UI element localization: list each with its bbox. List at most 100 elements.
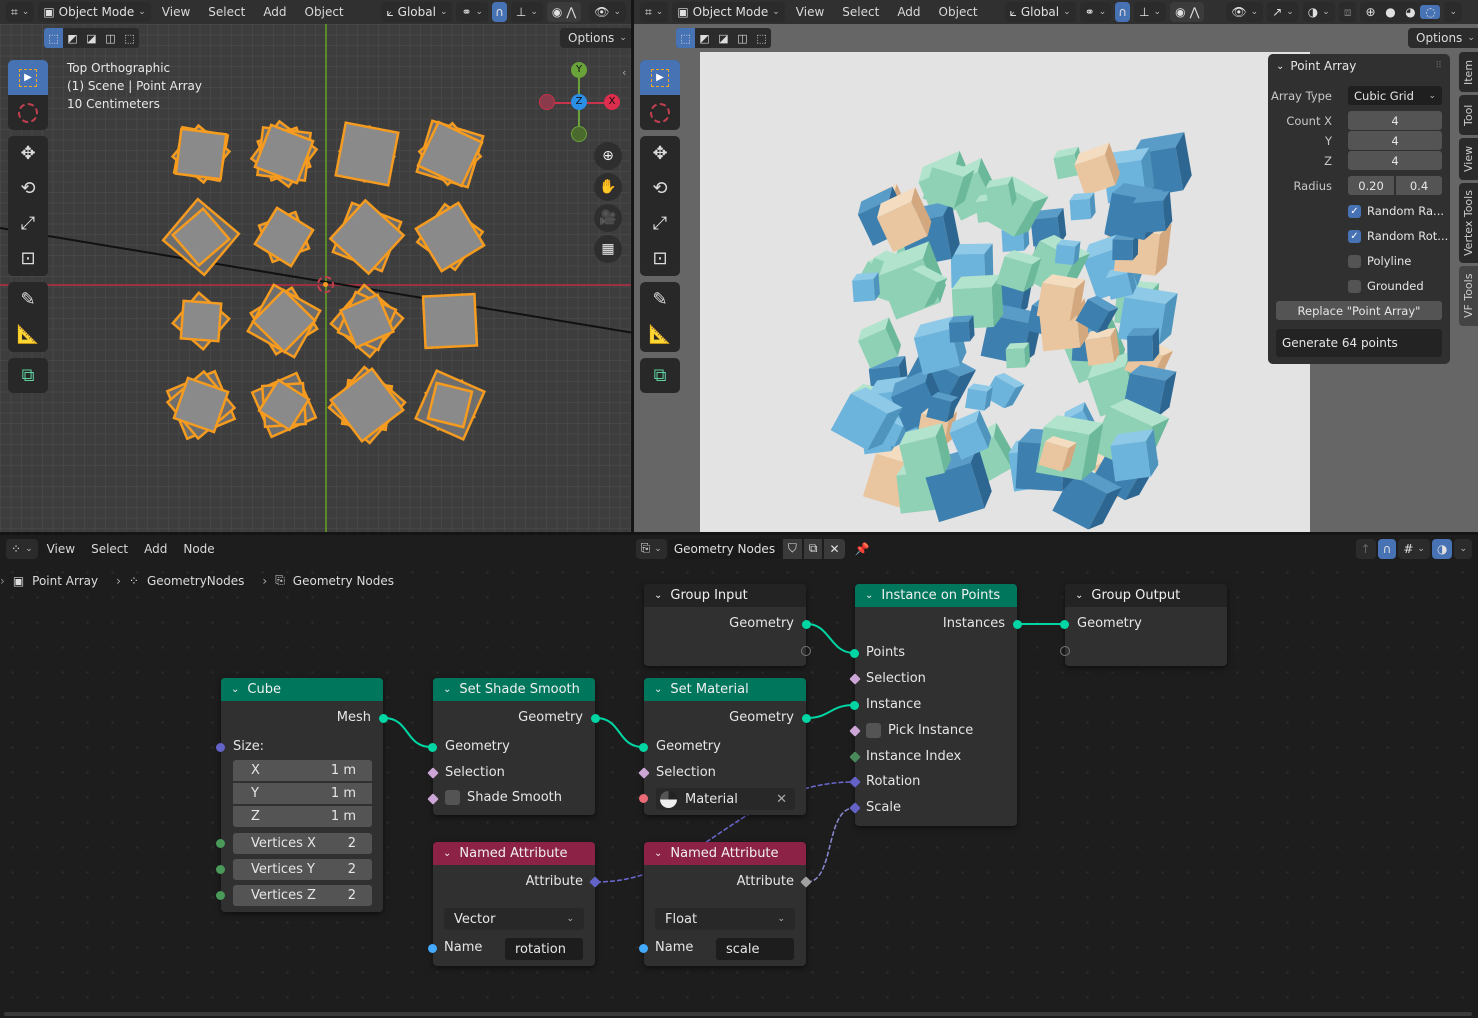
count-x-field[interactable]: 4 [1348, 111, 1442, 130]
node-header[interactable]: ⌄ Named Attribute [644, 842, 806, 865]
overlay-toggle[interactable]: ◑ ⌄ [1302, 2, 1335, 22]
menu-object[interactable]: Object [298, 5, 351, 19]
count-z-field[interactable]: 4 [1348, 151, 1442, 170]
move-tool-icon[interactable]: ✥ [8, 136, 48, 171]
editor-type-button[interactable]: ⌗ ⌄ [6, 2, 35, 22]
node-instance-on-points[interactable]: ⌄ Instance on Points Instances Points Sel… [849, 584, 1022, 826]
navigation-gizmo[interactable]: Y X Z [536, 60, 626, 150]
instanced-cube[interactable] [246, 283, 322, 359]
pick-instance-checkbox[interactable]: Pick Instance [866, 723, 973, 738]
node-menu-view[interactable]: View [40, 542, 82, 556]
cursor-tool-icon[interactable] [8, 95, 48, 130]
random-rotation-checkbox[interactable]: ✓ Random Rot... [1348, 229, 1448, 243]
instanced-cube[interactable] [165, 369, 237, 441]
gizmo-x-axis[interactable]: X [604, 94, 620, 110]
rendered-shading-icon[interactable]: ◌ [1420, 5, 1441, 19]
node-group-browse[interactable]: ⎘ ⌄ [635, 538, 667, 559]
menu-select-right[interactable]: Select [835, 5, 886, 19]
visibility-dropdown-right[interactable]: 👁 ⌄ [1226, 2, 1264, 22]
tab-vf-tools[interactable]: VF Tools [1459, 266, 1478, 326]
input-geometry-socket[interactable] [428, 743, 437, 752]
gizmo-y-axis[interactable]: Y [571, 62, 587, 78]
tab-tool[interactable]: Tool [1459, 95, 1478, 135]
node-menu-node[interactable]: Node [176, 542, 221, 556]
node-set-shade-smooth[interactable]: ⌄ Set Shade Smooth Geometry Geometry Sele… [427, 678, 600, 815]
node-header[interactable]: ⌄ Set Shade Smooth [433, 678, 595, 701]
count-y-field[interactable]: 4 [1348, 131, 1442, 150]
node-snap-dropdown[interactable]: # ⌄ [1398, 538, 1430, 559]
name-socket[interactable] [428, 944, 437, 953]
solid-shading-icon[interactable]: ● [1380, 5, 1400, 19]
select-subtract-icon[interactable]: ◪ [714, 28, 733, 48]
snap-target-dropdown[interactable]: ⊥ ⌄ [510, 2, 543, 22]
select-box-tool-icon[interactable]: ▶ [8, 60, 48, 95]
tab-item[interactable]: Item [1459, 52, 1478, 92]
vertices-z-field[interactable]: Vertices Z2 [233, 885, 372, 906]
rotate-tool-icon[interactable]: ⟲ [640, 171, 680, 206]
select-new-icon[interactable]: ⬚ [676, 28, 695, 48]
cursor-tool-icon[interactable] [640, 95, 680, 130]
instanced-cube[interactable] [327, 365, 407, 445]
parent-node-tree-button[interactable]: ↑ [1355, 538, 1376, 559]
menu-object-right[interactable]: Object [932, 5, 985, 19]
instanced-cube[interactable] [413, 368, 487, 442]
grounded-checkbox[interactable]: Grounded [1348, 279, 1424, 293]
size-x-field[interactable]: X1 m [233, 760, 372, 781]
unlink-button[interactable]: ✕ [824, 538, 845, 559]
node-menu-select[interactable]: Select [84, 542, 135, 556]
duplicate-button[interactable]: ⧉ [803, 538, 823, 559]
output-instances-socket[interactable] [1013, 620, 1022, 629]
snap-target-dropdown-right[interactable]: ⊥ ⌄ [1134, 2, 1167, 22]
output-geometry-socket[interactable] [591, 714, 600, 723]
left-viewport[interactable]: ⬚ ◩ ◪ ◫ ⬚ Options ⌄ Top Orthographic (1) … [0, 24, 631, 532]
data-type-dropdown[interactable]: Float ⌄ [655, 908, 795, 930]
name-input[interactable]: rotation [505, 938, 583, 960]
breadcrumb-node-tree[interactable]: Geometry Nodes [293, 574, 394, 588]
node-cube[interactable]: ⌄ Cube Mesh Size: X1 m Y1 m Z1 m Vertices… [216, 678, 388, 912]
rotate-tool-icon[interactable]: ⟲ [8, 171, 48, 206]
vertices-z-socket[interactable] [216, 891, 225, 900]
sidebar-expand-arrow[interactable]: ‹ [622, 66, 626, 79]
snap-toggle[interactable]: ∩ [492, 2, 507, 22]
gizmo-neg-x-axis[interactable] [539, 94, 555, 110]
measure-tool-icon[interactable]: 📐 [8, 317, 48, 352]
output-mesh-socket[interactable] [379, 714, 388, 723]
node-header[interactable]: ⌄ Cube [221, 678, 383, 701]
output-geometry-socket[interactable] [802, 714, 811, 723]
radius-max-field[interactable]: 0.4 [1396, 176, 1442, 195]
gizmo-neg-y-axis[interactable] [571, 126, 587, 142]
node-overlay-toggle[interactable]: ◑ [1431, 538, 1453, 559]
size-y-field[interactable]: Y1 m [233, 783, 372, 804]
node-overlay-dropdown[interactable]: ⌄ [1454, 538, 1472, 559]
camera-view-icon[interactable]: 🎥 [594, 204, 622, 232]
output-geometry-socket[interactable] [802, 620, 811, 629]
options-dropdown-right[interactable]: Options ⌄ [1408, 28, 1478, 48]
material-selector[interactable]: Material ✕ [656, 788, 795, 810]
node-named-attribute-rotation[interactable]: ⌄ Named Attribute Attribute Vector ⌄ Name … [428, 842, 601, 966]
data-type-dropdown[interactable]: Vector ⌄ [444, 908, 584, 930]
orientation-dropdown-right[interactable]: ⟀ Global ⌄ [1004, 2, 1076, 22]
node-header[interactable]: ⌄ Instance on Points [855, 584, 1017, 607]
horizontal-scrollbar[interactable] [4, 1012, 1472, 1016]
mode-dropdown[interactable]: ▣ Object Mode ⌄ [38, 2, 151, 22]
gizmo-z-axis[interactable]: Z [571, 94, 587, 110]
node-menu-add[interactable]: Add [137, 542, 174, 556]
ortho-grid-icon[interactable]: ▦ [594, 235, 622, 263]
annotate-tool-icon[interactable]: ✎ [8, 282, 48, 317]
add-cube-tool-icon[interactable]: ⧉ [8, 358, 48, 393]
instanced-cube[interactable] [415, 119, 485, 189]
vertices-x-socket[interactable] [216, 839, 225, 848]
menu-select[interactable]: Select [201, 5, 252, 19]
node-editor-type-button[interactable]: ⁘ ⌄ [6, 538, 38, 559]
node-named-attribute-scale[interactable]: ⌄ Named Attribute Attribute Float ⌄ Name s… [639, 842, 812, 966]
node-header[interactable]: ⌄ Set Material [644, 678, 806, 701]
select-extend-icon[interactable]: ◩ [695, 28, 714, 48]
proportional-edit-toggle[interactable]: ◉ ⋀ [546, 2, 582, 22]
polyline-checkbox[interactable]: Polyline [1348, 254, 1411, 268]
tab-vertex-tools[interactable]: Vertex Tools [1459, 183, 1478, 263]
menu-add[interactable]: Add [256, 5, 293, 19]
size-z-field[interactable]: Z1 m [233, 806, 372, 827]
pan-hand-icon[interactable]: ✋ [594, 173, 622, 201]
transform-tool-icon[interactable]: ⊡ [640, 241, 680, 276]
input-geometry-socket[interactable] [1060, 620, 1069, 629]
